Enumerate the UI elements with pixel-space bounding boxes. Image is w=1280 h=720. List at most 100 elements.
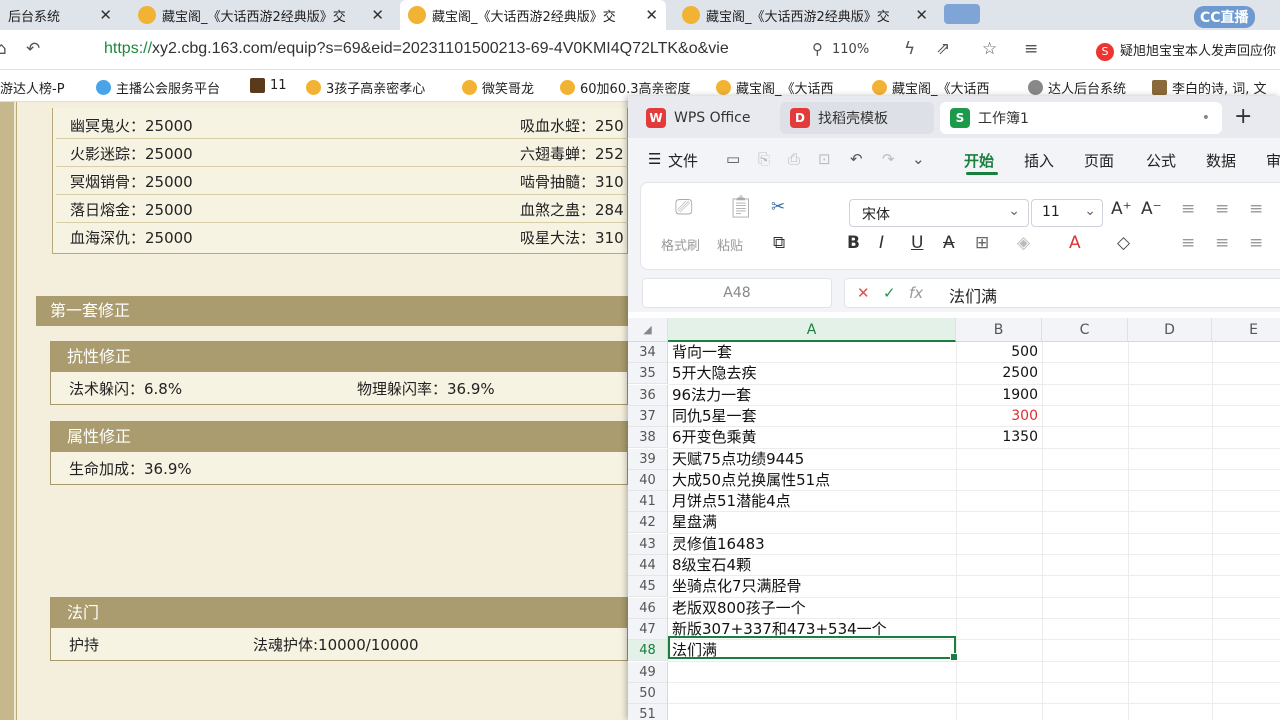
row-header[interactable]: 47 bbox=[628, 618, 668, 640]
bookmark-item[interactable]: 60加60.3高亲密度 bbox=[560, 78, 698, 97]
row-header[interactable]: 35 bbox=[628, 363, 668, 385]
bookmark-item[interactable]: 游达人榜-P bbox=[0, 78, 65, 97]
cell-b[interactable] bbox=[956, 662, 1038, 683]
cell-a[interactable]: 96法力一套 bbox=[672, 385, 954, 406]
undo-icon[interactable]: ↶ bbox=[850, 150, 863, 168]
browser-tab-2[interactable]: 藏宝阁_《大话西游2经典版》交 ✕ bbox=[130, 0, 392, 30]
wps-office-tab[interactable]: W WPS Office bbox=[636, 102, 772, 134]
row-header[interactable]: 44 bbox=[628, 555, 668, 576]
menu-file[interactable]: 文件 bbox=[668, 150, 698, 171]
strikethrough-icon[interactable]: A bbox=[943, 233, 955, 253]
paste-label[interactable]: 粘贴 bbox=[717, 235, 743, 254]
row-header[interactable]: 39 bbox=[628, 448, 668, 470]
close-icon[interactable]: ✕ bbox=[99, 6, 112, 24]
undo-icon[interactable]: ↶ bbox=[26, 39, 40, 59]
print-icon[interactable]: ⎙ bbox=[788, 150, 800, 168]
redo-icon[interactable]: ↷ bbox=[882, 150, 895, 168]
cell-b[interactable] bbox=[956, 683, 1038, 704]
cell-b[interactable] bbox=[956, 598, 1038, 619]
confirm-icon[interactable]: ✓ bbox=[883, 284, 896, 302]
docer-template-tab[interactable]: D 找稻壳模板 bbox=[780, 102, 934, 134]
cell-b[interactable]: 300 bbox=[956, 406, 1038, 427]
star-icon[interactable]: ☆ bbox=[982, 39, 997, 59]
row-header[interactable]: 43 bbox=[628, 533, 668, 555]
cell-b[interactable] bbox=[956, 704, 1038, 720]
spreadsheet-grid[interactable]: ◢ A B C D E 34 背向一套 500 35 5开大隐去疾 2500 36 96法力一… bbox=[628, 318, 1280, 720]
cell-b[interactable] bbox=[956, 640, 1038, 661]
italic-icon[interactable]: I bbox=[879, 233, 884, 253]
cell-b[interactable] bbox=[956, 491, 1038, 512]
cell-b[interactable] bbox=[956, 512, 1038, 533]
menu-review[interactable]: 审 bbox=[1266, 150, 1280, 171]
row-header[interactable]: 36 bbox=[628, 384, 668, 406]
news-notice[interactable]: S 疑旭旭宝宝本人发声回应你 bbox=[1096, 40, 1276, 61]
cell-a[interactable]: 天赋75点功绩9445 bbox=[672, 449, 954, 470]
row-header[interactable]: 45 bbox=[628, 576, 668, 598]
close-icon[interactable]: ✕ bbox=[371, 6, 384, 24]
workbook-tab[interactable]: S 工作簿1 • bbox=[940, 102, 1222, 134]
increase-font-icon[interactable]: A⁺ bbox=[1111, 199, 1132, 219]
align-right-icon[interactable]: ≡ bbox=[1249, 233, 1263, 253]
cell-b[interactable] bbox=[956, 619, 1038, 640]
browser-tab-4[interactable]: 藏宝阁_《大话西游2经典版》交 ✕ bbox=[674, 0, 936, 30]
cell-a[interactable] bbox=[672, 662, 954, 683]
bookmark-item[interactable]: 3孩子高亲密孝心 bbox=[306, 78, 425, 97]
close-icon[interactable]: ✕ bbox=[915, 6, 928, 24]
align-middle-icon[interactable]: ≡ bbox=[1215, 199, 1229, 219]
cell-a[interactable]: 月饼点51潜能4点 bbox=[672, 491, 954, 512]
browser-tab-1[interactable]: 后台系统 ✕ bbox=[0, 0, 120, 30]
cell-b[interactable]: 1900 bbox=[956, 385, 1038, 406]
cell-a[interactable]: 背向一套 bbox=[672, 342, 954, 363]
cell-a[interactable]: 同仇5星一套 bbox=[672, 406, 954, 427]
cell-b[interactable]: 2500 bbox=[956, 363, 1038, 384]
align-top-icon[interactable]: ≡ bbox=[1181, 199, 1195, 219]
underline-icon[interactable]: U bbox=[911, 233, 923, 253]
row-header[interactable]: 34 bbox=[628, 342, 668, 363]
cell-a[interactable]: 大成50点兑换属性51点 bbox=[672, 470, 954, 491]
fx-icon[interactable]: fx bbox=[909, 284, 923, 302]
column-header-c[interactable]: C bbox=[1042, 318, 1128, 342]
column-header-e[interactable]: E bbox=[1212, 318, 1280, 342]
menu-page[interactable]: 页面 bbox=[1084, 150, 1114, 171]
chevron-down-icon[interactable]: ⌄ bbox=[912, 150, 925, 168]
font-name-select[interactable]: 宋体 ⌄ bbox=[849, 199, 1029, 227]
cell-b[interactable] bbox=[956, 449, 1038, 470]
font-size-select[interactable]: 11 ⌄ bbox=[1031, 199, 1103, 227]
menu-data[interactable]: 数据 bbox=[1206, 150, 1236, 171]
cell-a[interactable]: 6开变色乘黄 bbox=[672, 427, 954, 448]
cell-b[interactable]: 1350 bbox=[956, 427, 1038, 448]
cell-a[interactable]: 8级宝石4颗 bbox=[672, 555, 954, 576]
bookmark-item[interactable]: 11 bbox=[250, 78, 287, 93]
cell-b[interactable]: 500 bbox=[956, 342, 1038, 363]
bookmark-item[interactable]: 李白的诗, 词, 文 bbox=[1152, 78, 1280, 97]
column-header-b[interactable]: B bbox=[956, 318, 1042, 342]
row-header[interactable]: 42 bbox=[628, 512, 668, 534]
font-color-icon[interactable]: A bbox=[1069, 233, 1081, 253]
fill-color-icon[interactable]: ◈ bbox=[1017, 233, 1030, 253]
border-icon[interactable]: ⊞ bbox=[975, 233, 989, 253]
cell-a[interactable]: 坐骑点化7只满胫骨 bbox=[672, 576, 954, 597]
row-header[interactable]: 40 bbox=[628, 469, 668, 491]
new-tab-button[interactable] bbox=[944, 4, 980, 24]
share-icon[interactable]: ⇗ bbox=[936, 39, 950, 59]
cancel-icon[interactable]: ✕ bbox=[857, 284, 870, 302]
row-header[interactable]: 51 bbox=[628, 704, 668, 720]
home-icon[interactable]: ⌂ bbox=[0, 39, 7, 59]
align-bottom-icon[interactable]: ≡ bbox=[1249, 199, 1263, 219]
clear-format-icon[interactable]: ◇ bbox=[1117, 233, 1130, 253]
select-all-corner[interactable]: ◢ bbox=[628, 318, 668, 342]
format-painter-icon[interactable]: ⎚ bbox=[675, 195, 693, 220]
zoom-icon[interactable]: ⚲ bbox=[812, 40, 823, 58]
cell-a[interactable] bbox=[672, 683, 954, 704]
row-header[interactable]: 38 bbox=[628, 427, 668, 449]
cut-icon[interactable]: ✂ bbox=[771, 197, 785, 217]
align-left-icon[interactable]: ≡ bbox=[1181, 233, 1195, 253]
cell-b[interactable] bbox=[956, 576, 1038, 597]
cell-a[interactable] bbox=[672, 704, 954, 720]
preview-icon[interactable]: ⊡ bbox=[818, 150, 831, 168]
copy-icon[interactable]: ⧉ bbox=[773, 233, 785, 253]
paste-icon[interactable]: 📋︎ bbox=[727, 195, 755, 220]
lightning-icon[interactable]: ϟ bbox=[904, 39, 915, 59]
decrease-font-icon[interactable]: A⁻ bbox=[1141, 199, 1162, 219]
export-icon[interactable]: ⎘ bbox=[758, 150, 770, 168]
